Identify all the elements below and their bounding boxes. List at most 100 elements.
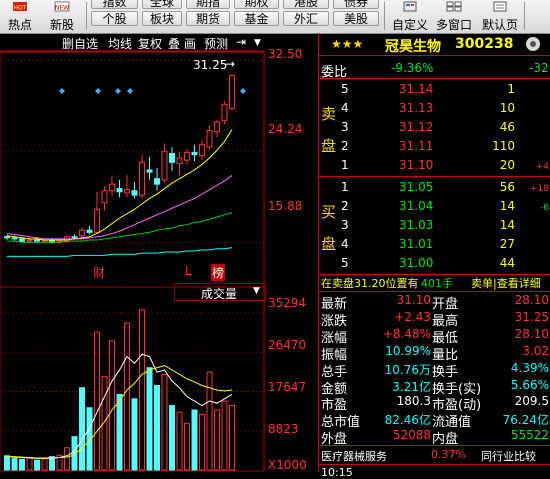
draw-button[interactable]: 画 (184, 35, 196, 52)
big-order-bar[interactable]: 在卖盘31.20位置有 401手 卖单|查看详细 (319, 274, 550, 292)
ask-price[interactable]: 31.12 (399, 120, 433, 134)
seg-us-stock[interactable]: 美股 (333, 11, 379, 26)
peer-compare-link[interactable]: 同行业比较 (481, 448, 536, 464)
volume-bar (154, 385, 160, 471)
volume-bar (176, 411, 183, 471)
ask-price[interactable]: 31.10 (399, 158, 433, 172)
order-diff-value: -32 (529, 61, 549, 75)
volume-bar (34, 459, 40, 471)
chevron-down-icon[interactable]: ▼ (254, 38, 261, 48)
settings-icon[interactable] (525, 36, 541, 52)
ask-price[interactable]: 31.13 (399, 101, 433, 115)
forecast-button[interactable]: 预测 (204, 35, 228, 52)
seg-bond[interactable]: 债券 (333, 0, 379, 9)
candle-body (19, 238, 25, 242)
default-page-button[interactable]: 默认页 (478, 0, 522, 32)
big-order-text: 在卖盘31.20位置有 (321, 277, 419, 290)
price-axis-label: 15.88 (268, 199, 303, 213)
customize-button[interactable]: 自定义 (388, 0, 432, 32)
candle-body (101, 190, 108, 204)
stock-name: 冠昊生物 (385, 39, 441, 55)
seg-forex[interactable]: 外汇 (283, 11, 329, 26)
bid-price[interactable]: 31.03 (399, 218, 433, 232)
ask-price[interactable]: 31.14 (399, 82, 433, 96)
seg-hk[interactable]: 港股 (283, 0, 329, 9)
overlay-button[interactable]: 叠 (168, 35, 180, 52)
candle-body (139, 161, 145, 196)
new-stock-button[interactable]: NEW 新股 (44, 0, 80, 32)
divider (319, 176, 550, 177)
seg-futures-index[interactable]: 期指 (186, 0, 230, 9)
bid-price[interactable]: 31.00 (399, 256, 433, 270)
candle-body (116, 188, 123, 193)
candle-body (94, 208, 100, 233)
candle-body (221, 103, 228, 122)
volume-bar (41, 458, 48, 471)
stat-value: 31.25 (514, 309, 549, 324)
indicator-dropdown[interactable]: 成交量 ▼ (174, 283, 266, 301)
bid-level: 1 (341, 180, 349, 194)
volume-bar (26, 457, 33, 471)
adjust-button[interactable]: 复权 (138, 35, 162, 52)
seg-futures[interactable]: 期货 (186, 11, 230, 26)
candle-body (199, 144, 205, 157)
volume-axis-label: 8823 (268, 422, 299, 436)
volume-bar (79, 387, 85, 471)
seg-options[interactable]: 期权 (234, 0, 279, 9)
seg-stock[interactable]: 个股 (91, 11, 138, 26)
volume-bar (214, 409, 220, 471)
bid-volume: 44 (499, 256, 515, 270)
stat-value: 55522 (510, 428, 549, 443)
pin-right-icon[interactable]: ⇥ (236, 35, 246, 49)
candle-body (86, 229, 93, 233)
chart-area[interactable]: 删自选 均线 复权 叠 画 预测 ⇥ ▼ 32.50 24.24 15.88 3… (0, 33, 318, 472)
divider (319, 464, 550, 465)
lift-ban-marker[interactable]: L (185, 264, 192, 278)
candle-body (124, 189, 130, 194)
price-axis-label: 32.50 (268, 47, 303, 61)
order-ratio-value: -9.36% (391, 61, 434, 75)
candle-body (169, 153, 175, 163)
seg-index[interactable]: 指数 (91, 0, 138, 9)
bid-change: -6 (540, 203, 549, 213)
candle-body (176, 157, 183, 164)
volume-bar (161, 373, 168, 471)
stat-value: 28.10 (514, 326, 549, 341)
candle-body (146, 169, 153, 173)
big-order-link[interactable]: 卖单|查看详细 (471, 275, 541, 291)
bid-price[interactable]: 31.01 (399, 237, 433, 251)
toolbar-divider (384, 2, 385, 30)
multi-window-button[interactable]: 多窗口 (432, 0, 476, 32)
bid-price[interactable]: 31.05 (399, 180, 433, 194)
stock-code: 300238 (455, 36, 514, 52)
toolbar-divider (86, 2, 87, 30)
volume-bar (169, 405, 175, 471)
industry-name[interactable]: 医疗器械服务 (321, 448, 387, 464)
seg-fund[interactable]: 基金 (234, 11, 279, 26)
stat-value: 3.21亿 (392, 379, 431, 394)
moving-average-button[interactable]: 均线 (108, 35, 132, 52)
big-order-count: 401手 (421, 277, 453, 290)
volume-bar (49, 456, 55, 471)
new-stock-icon: NEW (54, 1, 70, 12)
candle-body (26, 239, 33, 242)
bid-volume: 27 (499, 237, 515, 251)
bid-volume: 56 (499, 180, 515, 194)
kline-chart[interactable] (0, 33, 318, 472)
candle-body (4, 236, 10, 239)
buy-side-label: 买 (321, 203, 337, 221)
default-page-icon (493, 1, 507, 12)
remove-watchlist-button[interactable]: 删自选 (62, 35, 98, 52)
hotspot-button[interactable]: HOT 热点 (2, 0, 38, 32)
stat-value: 3.02 (522, 343, 549, 358)
financial-report-marker[interactable]: 财 (93, 264, 105, 281)
toolbar-divider (524, 2, 525, 30)
seg-global[interactable]: 全球 (142, 0, 182, 9)
candle-body (154, 178, 160, 185)
bid-price[interactable]: 31.04 (399, 199, 433, 213)
seg-sector[interactable]: 板块 (142, 11, 182, 26)
sell-side-label: 卖 (321, 105, 337, 123)
ask-price[interactable]: 31.11 (399, 139, 433, 153)
volume-bar (221, 400, 228, 471)
dragon-tiger-marker[interactable]: 榜 (211, 264, 226, 281)
